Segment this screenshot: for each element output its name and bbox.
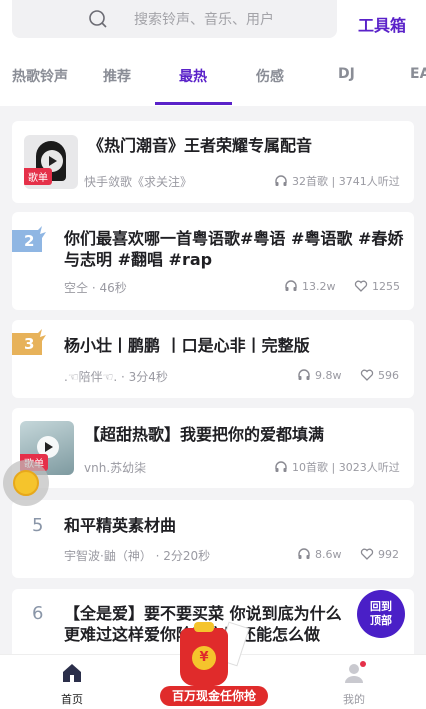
tab-recommend[interactable]: 推荐 [103, 66, 131, 86]
item-title: 你们最喜欢哪一首粤语歌#粤语 #粤语歌 #春娇 与志明 #翻唱 #rap [64, 229, 404, 269]
list-item[interactable]: 3 杨小壮丨鹏鹏 丨口是心非丨完整版 .☜陪伴☜. · 3分4秒 9.8w 59… [12, 320, 414, 398]
nav-mine[interactable]: 我的 [324, 661, 384, 707]
headphones-icon [275, 175, 287, 186]
play-count: 8.6w [297, 547, 342, 561]
tab-hot-ringtones[interactable]: 热歌铃声 [12, 66, 68, 86]
top-bar: 搜索铃声、音乐、用户 工具箱 [0, 0, 426, 42]
coin-reward-button[interactable] [3, 460, 49, 506]
item-author: 空仝 · 46秒 [64, 281, 127, 295]
headphones-icon [285, 280, 297, 291]
promo-label: 百万现金任你抢 [160, 686, 268, 706]
item-title: 《热门潮音》王者荣耀专属配音 [88, 136, 313, 155]
home-icon [63, 664, 81, 682]
search-bar[interactable]: 搜索铃声、音乐、用户 [12, 0, 337, 38]
item-song-count: 32首歌 | 3741人听过 [274, 173, 400, 189]
item-author: 宇智波·鼬（神） · 2分20秒 [64, 549, 211, 563]
item-title: 【超甜热歌】我要把你的爱都填满 [84, 425, 325, 444]
cash-promo-button[interactable]: ¥ 百万现金任你抢 [160, 620, 268, 709]
item-author: vnh.苏幼柒 [84, 461, 147, 475]
heart-icon [360, 548, 374, 560]
headphones-icon [298, 369, 310, 380]
red-envelope-icon: ¥ [180, 622, 228, 686]
search-icon [89, 10, 107, 28]
item-author: .☜陪伴☜. · 3分4秒 [64, 370, 168, 384]
category-tabs: 热歌铃声 推荐 最热 伤感 DJ EA [0, 42, 426, 106]
coin-icon [13, 470, 39, 496]
rank-number: 6 [32, 603, 44, 624]
active-tab-indicator [155, 102, 232, 105]
headphones-icon [298, 548, 310, 559]
heart-icon [360, 369, 374, 381]
rank-number: 5 [32, 515, 44, 536]
playlist-tag: 歌单 [24, 168, 52, 185]
tab-sad[interactable]: 伤感 [256, 66, 284, 86]
nav-home[interactable]: 首页 [42, 661, 102, 707]
heart-icon [354, 280, 368, 292]
item-title: 杨小壮丨鹏鹏 丨口是心非丨完整版 [64, 336, 310, 355]
item-author: 快手敛歌《求关注》 [84, 175, 193, 189]
playlist-cover: 歌单 [24, 135, 78, 189]
back-to-top-button[interactable]: 回到 顶部 [357, 590, 405, 638]
item-title: 和平精英素材曲 [64, 516, 177, 535]
headphones-icon [275, 461, 287, 472]
list-item[interactable]: 2 你们最喜欢哪一首粤语歌#粤语 #粤语歌 #春娇 与志明 #翻唱 #rap 空… [12, 212, 414, 310]
rank-badge: 2 [12, 226, 50, 256]
user-icon [345, 661, 366, 683]
tab-hottest[interactable]: 最热 [179, 66, 207, 86]
list-item[interactable]: 5 和平精英素材曲 宇智波·鼬（神） · 2分20秒 8.6w 992 [12, 500, 414, 578]
list-item[interactable]: 歌单 【超甜热歌】我要把你的爱都填满 vnh.苏幼柒 10首歌 | 3023人听… [12, 408, 414, 488]
rank-badge: 3 [12, 329, 50, 359]
toolbox-button[interactable]: 工具箱 [358, 12, 406, 36]
search-placeholder: 搜索铃声、音乐、用户 [134, 12, 274, 28]
play-count: 9.8w [297, 368, 342, 382]
like-count[interactable]: 1255 [354, 279, 400, 293]
like-count[interactable]: 992 [360, 547, 399, 561]
like-count[interactable]: 596 [360, 368, 399, 382]
play-count: 13.2w [284, 279, 336, 293]
tab-dj[interactable]: DJ [338, 66, 355, 82]
tab-ea[interactable]: EA [410, 66, 426, 82]
list-item[interactable]: 歌单 《热门潮音》王者荣耀专属配音 快手敛歌《求关注》 32首歌 | 3741人… [12, 121, 414, 203]
item-song-count: 10首歌 | 3023人听过 [274, 459, 400, 475]
